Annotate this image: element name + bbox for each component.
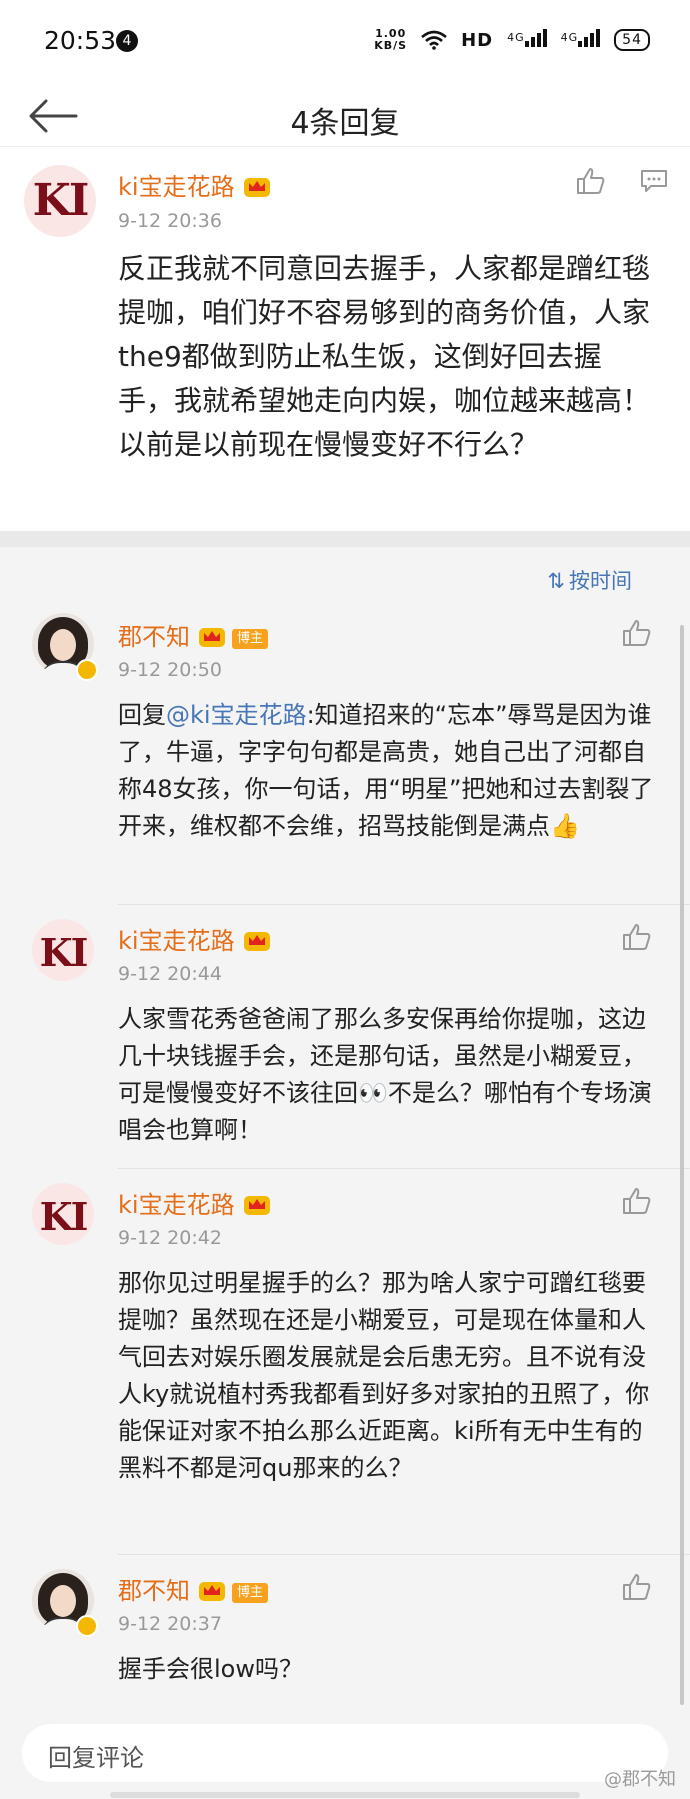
crown-icon bbox=[199, 628, 225, 647]
crown-icon bbox=[243, 932, 270, 951]
sort-by-time-button[interactable]: ⇅ 按时间 bbox=[547, 565, 632, 595]
top-nav: 4条回复 bbox=[0, 84, 690, 147]
reply-item: 郡不知 博主 9-12 20:37 握手会很low吗？ bbox=[0, 1555, 690, 1705]
status-icons: 1.00 KB/S HD 4G 4G 54 bbox=[374, 28, 650, 52]
avatar[interactable]: KI bbox=[24, 165, 96, 237]
like-icon[interactable] bbox=[622, 923, 652, 951]
mention-link[interactable]: @ki宝走花路 bbox=[166, 701, 307, 729]
signal-1-icon: 4G bbox=[507, 28, 547, 52]
author-tag: 博主 bbox=[232, 1583, 269, 1603]
original-comment: KI ki宝走花路 9-12 20:36 反正我就不同意回去握手，人家都是蹭红毯… bbox=[0, 147, 690, 531]
comment-text: 那你见过明星握手的么？那为啥人家宁可蹭红毯要提咖？虽然现在还是小糊爱豆，可是现在… bbox=[118, 1269, 650, 1482]
crown-icon bbox=[243, 1196, 270, 1215]
user-name[interactable]: ki宝走花路 bbox=[118, 921, 271, 956]
comment-icon[interactable] bbox=[640, 169, 668, 193]
like-icon[interactable] bbox=[622, 1187, 652, 1215]
comment-text: 反正我就不同意回去握手，人家都是蹭红毯提咖，咱们好不容易够到的商务价值，人家th… bbox=[118, 252, 651, 461]
battery-icon: 54 bbox=[614, 29, 650, 51]
page-title: 4条回复 bbox=[290, 106, 400, 141]
signal-2-icon: 4G bbox=[561, 28, 601, 52]
like-icon[interactable] bbox=[622, 619, 652, 647]
verified-icon bbox=[76, 659, 98, 681]
crown-icon bbox=[243, 178, 270, 197]
avatar[interactable]: KI bbox=[32, 919, 94, 981]
home-indicator bbox=[110, 1792, 580, 1798]
sort-icon: ⇅ bbox=[547, 569, 565, 593]
wifi-icon bbox=[421, 30, 447, 50]
user-name[interactable]: ki宝走花路 bbox=[118, 167, 271, 202]
verified-icon bbox=[76, 1615, 98, 1637]
reply-item: KI ki宝走花路 9-12 20:42 那你见过明星握手的么？那为啥人家宁可蹭… bbox=[0, 1169, 690, 1555]
user-name[interactable]: ki宝走花路 bbox=[118, 1185, 271, 1220]
scrollbar[interactable] bbox=[680, 625, 684, 1705]
reply-input[interactable]: 回复评论 bbox=[22, 1724, 668, 1782]
status-time: 20:53 bbox=[44, 26, 117, 55]
comment-date: 9-12 20:42 bbox=[118, 1227, 222, 1249]
bottom-bar: 回复评论 @郡不知 bbox=[0, 1714, 690, 1799]
reply-item: KI ki宝走花路 9-12 20:44 人家雪花秀爸爸闹了那么多安保再给你提咖… bbox=[0, 905, 690, 1169]
section-divider bbox=[0, 531, 690, 547]
like-icon[interactable] bbox=[622, 1573, 652, 1601]
notification-count: 4 bbox=[116, 30, 138, 52]
comment-text: 人家雪花秀爸爸闹了那么多安保再给你提咖，这边几十块钱握手会，还是那句话，虽然是小… bbox=[118, 1005, 652, 1144]
comment-date: 9-12 20:44 bbox=[118, 963, 222, 985]
author-tag: 博主 bbox=[232, 629, 269, 649]
comment-date: 9-12 20:36 bbox=[118, 210, 222, 232]
crown-icon bbox=[199, 1582, 225, 1601]
user-name[interactable]: 郡不知 博主 bbox=[118, 1571, 269, 1606]
network-speed: 1.00 KB/S bbox=[374, 27, 408, 52]
sort-row: ⇅ 按时间 bbox=[0, 547, 690, 605]
hd-label: HD bbox=[461, 29, 494, 51]
comment-date: 9-12 20:50 bbox=[118, 659, 222, 681]
reply-item: 郡不知 博主 9-12 20:50 回复@ki宝走花路:知道招来的“忘本”辱骂是因… bbox=[0, 605, 690, 905]
comment-text: 握手会很low吗？ bbox=[118, 1655, 303, 1683]
user-name[interactable]: 郡不知 博主 bbox=[118, 617, 269, 652]
like-icon[interactable] bbox=[576, 167, 606, 195]
status-bar: 20:53 4 1.00 KB/S HD 4G 4G 54 bbox=[0, 0, 690, 84]
comment-text: 回复@ki宝走花路:知道招来的“忘本”辱骂是因为谁了，牛逼，字字句句都是高贵，她… bbox=[118, 701, 654, 840]
watermark: @郡不知 bbox=[604, 1769, 676, 1790]
avatar[interactable]: KI bbox=[32, 1183, 94, 1245]
comment-date: 9-12 20:37 bbox=[118, 1613, 222, 1635]
